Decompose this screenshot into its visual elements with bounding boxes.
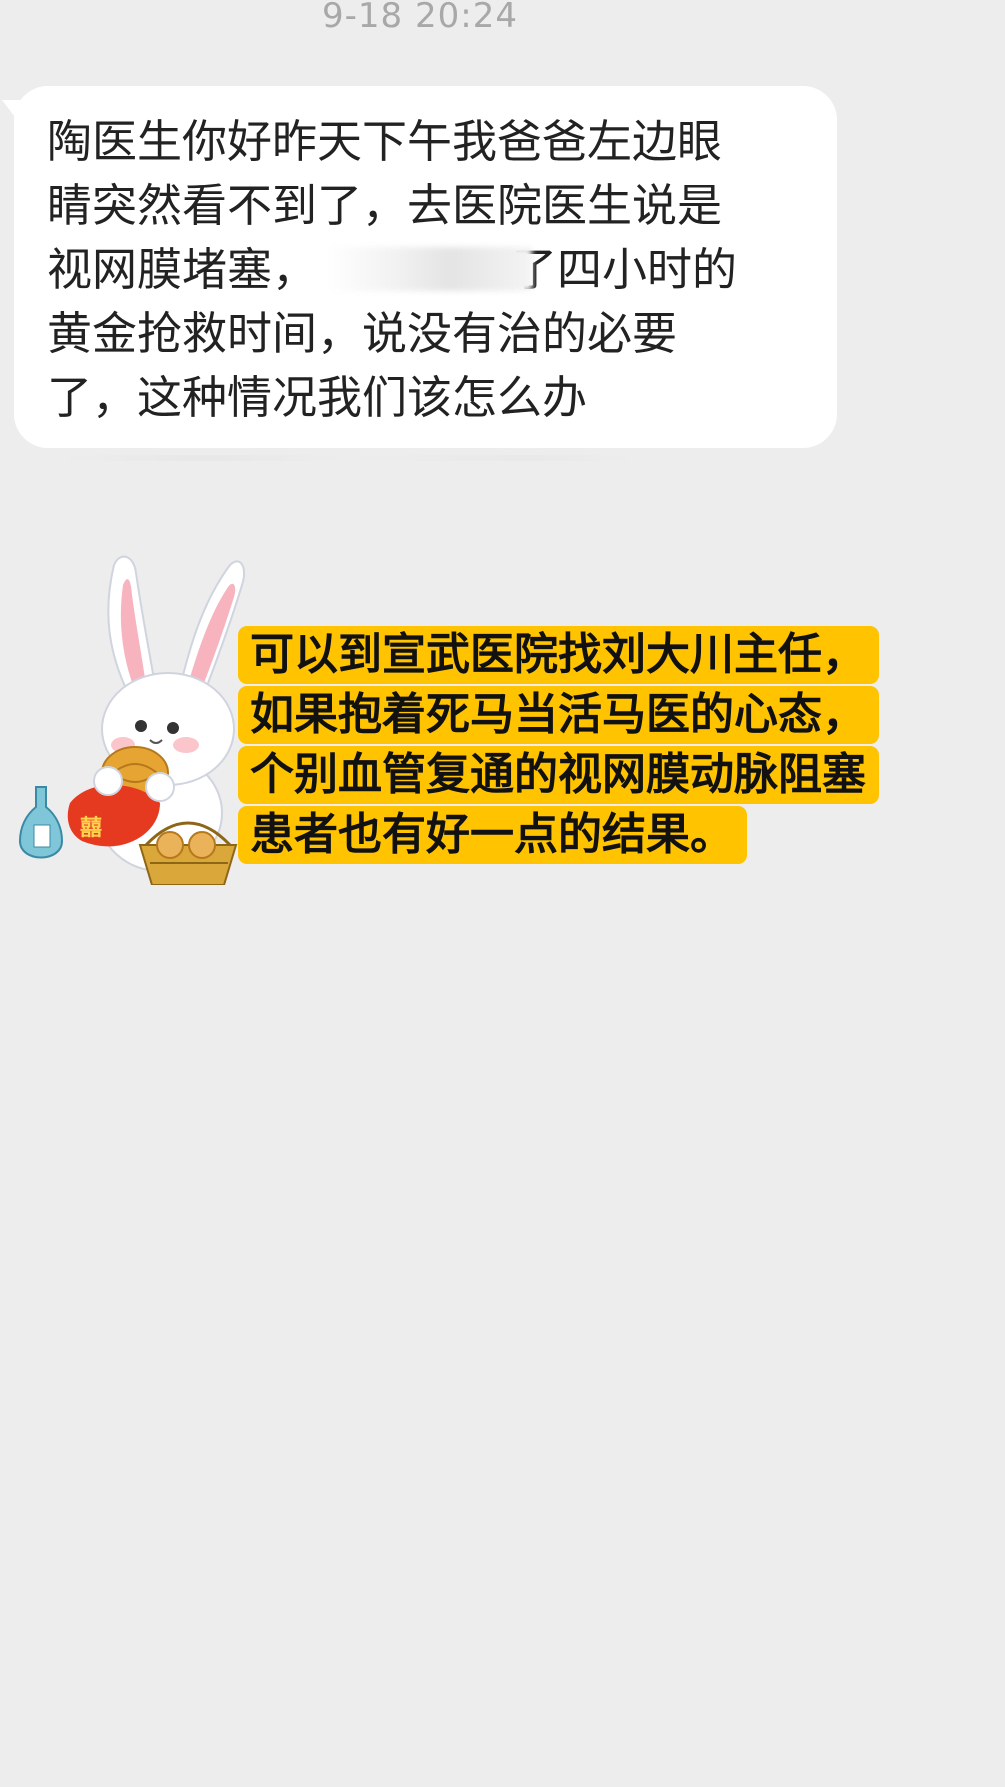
reply-line: 如果抱着死马当活马医的心态，	[238, 686, 879, 744]
message-line: 视网膜堵塞， 了四小时的	[47, 238, 809, 302]
rabbit-mooncake-sticker-icon[interactable]: 囍	[10, 545, 245, 885]
message-timestamp: 9-18 20:24	[322, 0, 518, 36]
message-line: 睛突然看不到了，去医院医生说是	[47, 179, 723, 232]
message-line: 陶医生你好昨天下午我爸爸左边眼	[47, 115, 723, 168]
reply-line: 患者也有好一点的结果。	[238, 806, 747, 864]
message-line-part: 了四小时的	[512, 243, 738, 296]
message-line: 了，这种情况我们该怎么办	[47, 371, 588, 424]
message-line: 黄金抢救时间，说没有治的必要	[47, 307, 678, 360]
redacted-blur	[327, 247, 533, 291]
faint-artifact	[60, 455, 780, 461]
incoming-message-bubble[interactable]: 陶医生你好昨天下午我爸爸左边眼 睛突然看不到了，去医院医生说是 视网膜堵塞， 了四…	[2, 86, 837, 448]
highlighted-reply-text[interactable]: 可以到宣武医院找刘大川主任， 如果抱着死马当活马医的心态， 个别血管复通的视网膜…	[238, 626, 978, 866]
message-line-part: 视网膜堵塞，	[47, 243, 318, 296]
svg-text:囍: 囍	[80, 815, 102, 841]
reply-line: 个别血管复通的视网膜动脉阻塞	[238, 746, 879, 804]
reply-line: 可以到宣武医院找刘大川主任，	[238, 626, 879, 684]
